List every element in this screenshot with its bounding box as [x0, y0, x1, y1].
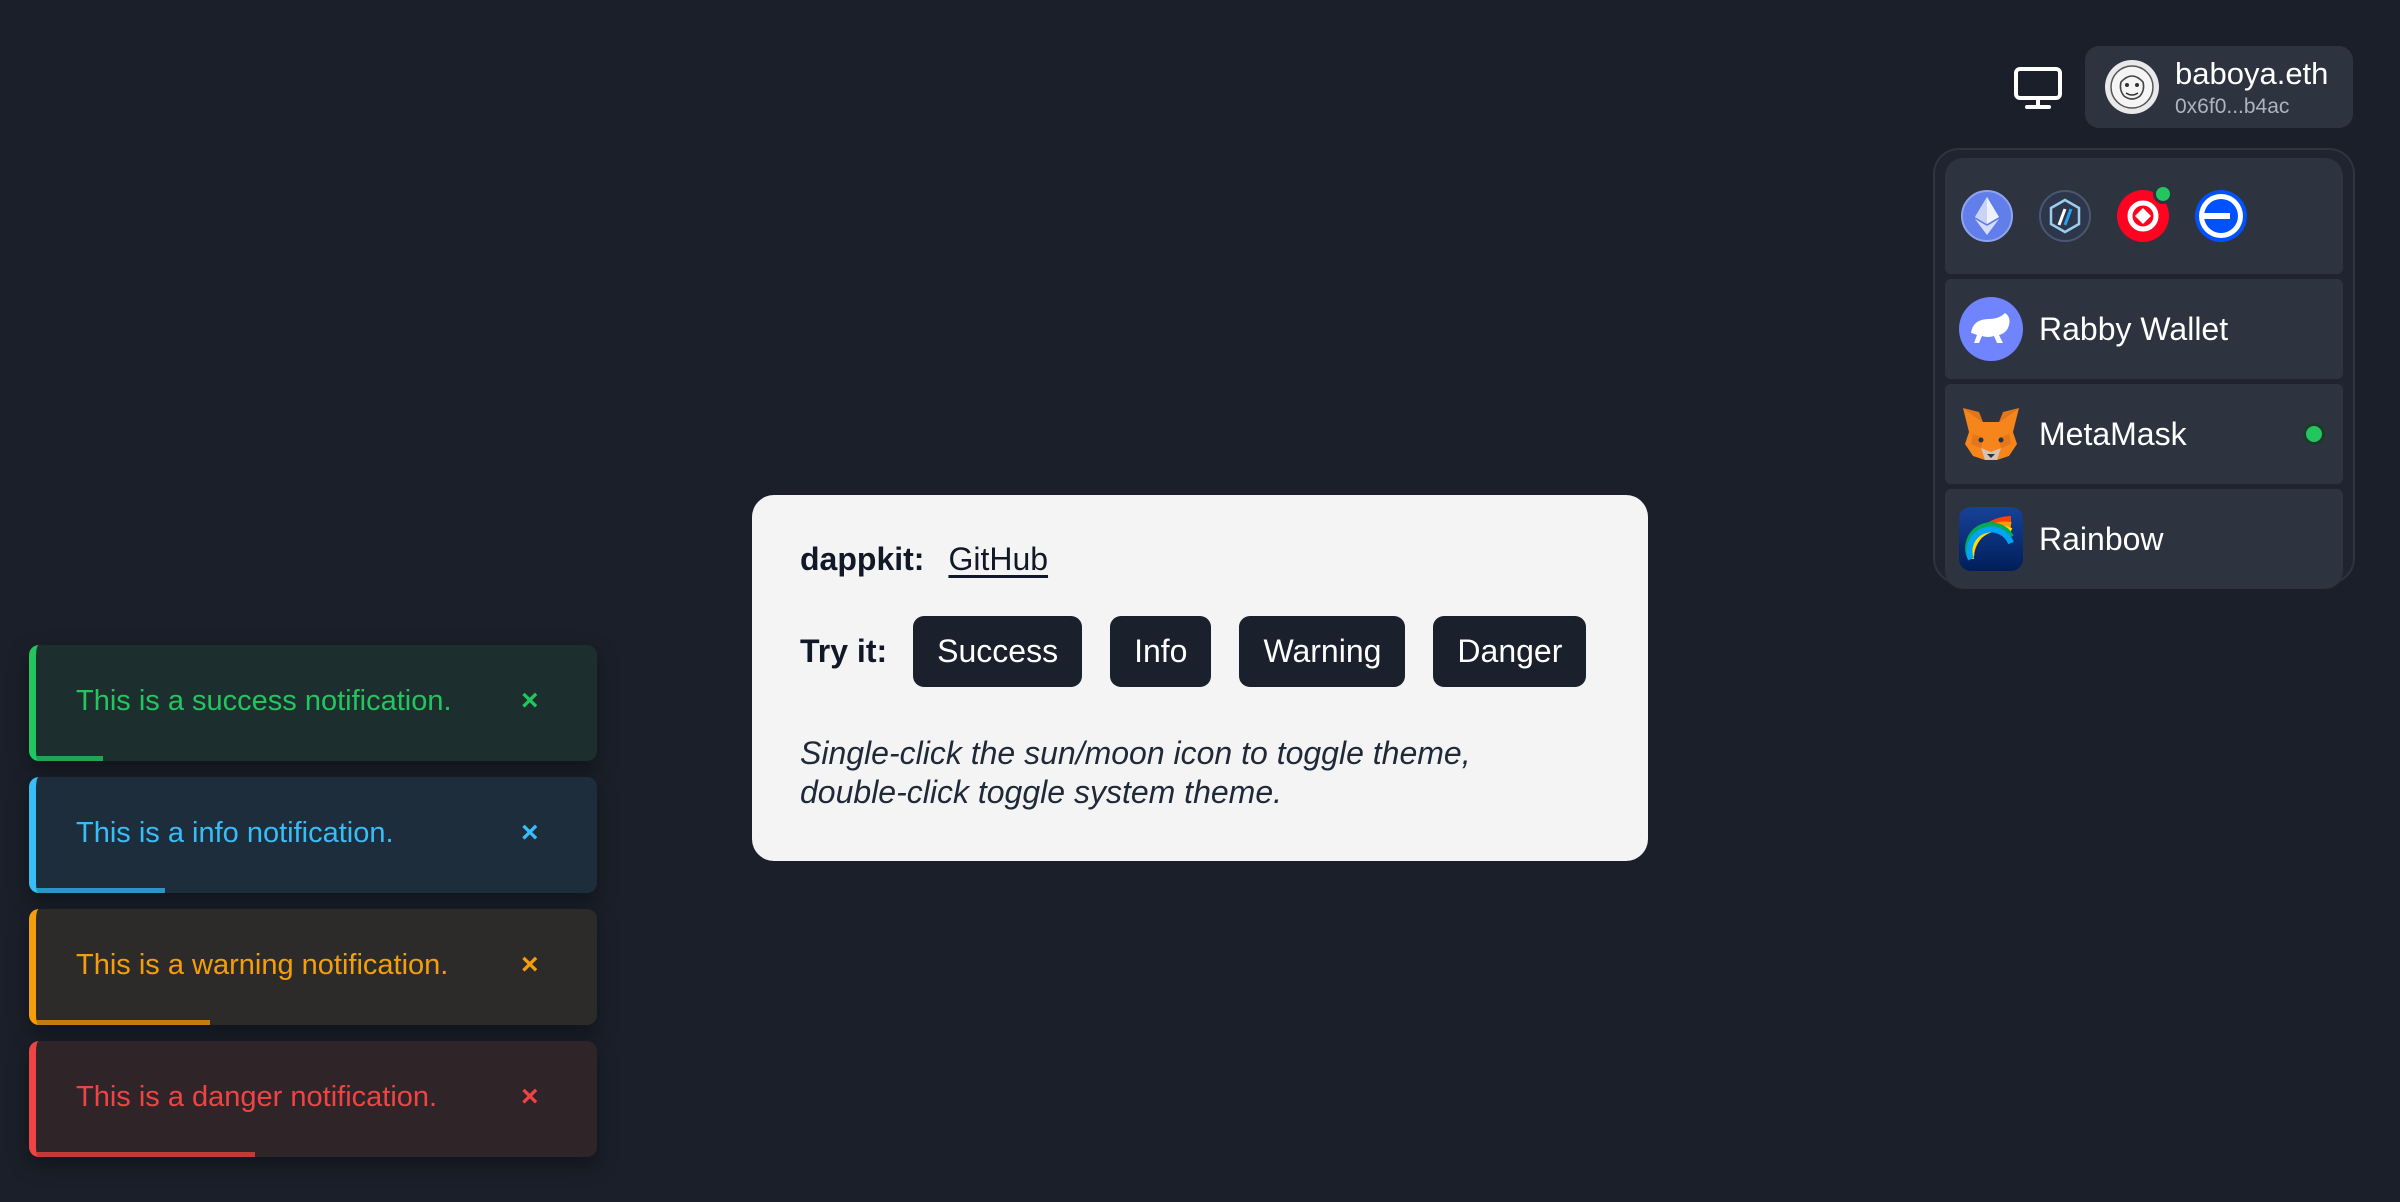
- avatar: [2105, 60, 2159, 114]
- active-chain-indicator: [2153, 184, 2173, 204]
- theme-hint-line: double-click toggle system theme.: [800, 774, 1282, 810]
- brand-label: dappkit:: [800, 541, 925, 577]
- chain-arbitrum[interactable]: [2039, 190, 2091, 242]
- wallet-label: Rabby Wallet: [2039, 310, 2229, 347]
- theme-hint: Single-click the sun/moon icon to toggle…: [800, 734, 1471, 812]
- success-button[interactable]: Success: [913, 616, 1083, 687]
- info-button[interactable]: Info: [1110, 616, 1212, 687]
- warning-toast: This is a warning notification. ×: [29, 909, 597, 1025]
- close-icon[interactable]: ×: [521, 1041, 539, 1153]
- base-icon: [2199, 194, 2243, 238]
- wallet-label: MetaMask: [2039, 415, 2187, 452]
- chain-ethereum[interactable]: [1961, 190, 2013, 242]
- avatar-icon: [2110, 65, 2154, 109]
- wallet-option-metamask[interactable]: MetaMask: [1945, 384, 2343, 484]
- ethereum-icon: [1975, 197, 1999, 235]
- toast-message: This is a success notification.: [76, 684, 452, 717]
- chain-optimism[interactable]: [2117, 184, 2173, 242]
- toast-message: This is a danger notification.: [76, 1080, 438, 1113]
- toast-progress-bar: [36, 1020, 210, 1025]
- monitor-icon: [2014, 67, 2062, 109]
- wallet-label: Rainbow: [2039, 520, 2164, 557]
- try-it-label: Try it:: [800, 633, 888, 669]
- close-icon[interactable]: ×: [521, 645, 539, 757]
- chain-base[interactable]: [2195, 190, 2247, 242]
- warning-button[interactable]: Warning: [1239, 616, 1406, 687]
- theme-hint-line: Single-click the sun/moon icon to toggle…: [800, 735, 1471, 771]
- info-toast: This is a info notification. ×: [29, 777, 597, 893]
- account-address: 0x6f0...b4ac: [2175, 94, 2290, 118]
- rabby-icon: [1959, 297, 2023, 361]
- toast-progress-bar: [36, 1152, 255, 1157]
- chain-selector: [1945, 158, 2343, 274]
- wallet-option-rainbow[interactable]: Rainbow: [1945, 489, 2343, 589]
- display-theme-button[interactable]: [2006, 60, 2070, 116]
- metamask-icon: [1959, 402, 2023, 466]
- account-name: baboya.eth: [2175, 55, 2329, 91]
- account-button[interactable]: baboya.eth 0x6f0...b4ac: [2085, 46, 2353, 128]
- github-link[interactable]: GitHub: [948, 541, 1048, 578]
- rainbow-icon: [1959, 507, 2023, 571]
- connected-status-dot: [2303, 423, 2325, 445]
- wallet-option-rabby[interactable]: Rabby Wallet: [1945, 279, 2343, 379]
- danger-button[interactable]: Danger: [1433, 616, 1587, 687]
- close-icon[interactable]: ×: [521, 909, 539, 1021]
- close-icon[interactable]: ×: [521, 777, 539, 889]
- toast-message: This is a info notification.: [76, 816, 394, 849]
- demo-card: dappkit: GitHub Try it: Success Info War…: [752, 495, 1648, 861]
- danger-toast: This is a danger notification. ×: [29, 1041, 597, 1157]
- wallet-panel: Rabby Wallet MetaMask Rainbow: [1933, 148, 2355, 589]
- arbitrum-icon: [2049, 198, 2081, 234]
- toast-progress-bar: [36, 756, 104, 761]
- success-toast: This is a success notification. ×: [29, 645, 597, 761]
- toast-progress-bar: [36, 888, 166, 893]
- toast-message: This is a warning notification.: [76, 948, 449, 981]
